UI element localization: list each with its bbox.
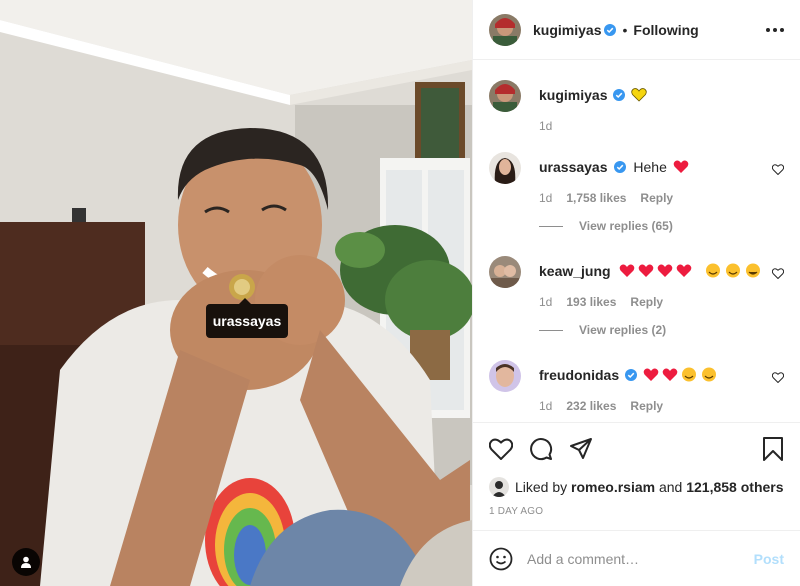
comment-text: Hehe bbox=[633, 159, 667, 175]
following-button[interactable]: Following bbox=[633, 22, 698, 38]
photo-user-tag-label: urassayas bbox=[212, 313, 282, 329]
view-replies-button[interactable]: View replies (65) bbox=[539, 219, 673, 233]
bookmark-icon[interactable] bbox=[762, 436, 784, 461]
liked-by-connector: and bbox=[658, 479, 683, 495]
photo-scene bbox=[0, 0, 472, 586]
post-photo[interactable]: urassayas bbox=[0, 0, 472, 586]
comment-item: urassayas Hehe 1d 1,758 likes Reply bbox=[489, 152, 784, 205]
commenter-avatar[interactable] bbox=[489, 152, 521, 184]
comment-item: freudonidas 1d 232 likes Reply bbox=[489, 360, 784, 413]
like-heart-icon[interactable] bbox=[489, 438, 513, 460]
view-replies-label: View replies (65) bbox=[579, 219, 673, 233]
comment-likes[interactable]: 232 likes bbox=[566, 399, 616, 413]
caption: kugimiyas 1d bbox=[489, 80, 784, 133]
commenter-avatar-image bbox=[489, 152, 521, 184]
comment-input[interactable]: Add a comment… bbox=[527, 551, 754, 567]
liked-by-prefix: Liked by bbox=[515, 479, 568, 495]
yellow-heart-emoji-icon bbox=[631, 88, 648, 102]
author-avatar-image bbox=[489, 13, 521, 46]
post-header: kugimiyas • Following bbox=[473, 0, 800, 60]
share-icon[interactable] bbox=[569, 437, 593, 461]
post-side-panel: kugimiyas • Following kugimiyas 1d urass… bbox=[472, 0, 800, 586]
comment-item: keaw_jung 1d 193 likes Reply bbox=[489, 256, 784, 309]
caption-avatar-image bbox=[489, 80, 521, 112]
comment-likes[interactable]: 193 likes bbox=[566, 295, 616, 309]
red-heart-emoji-icon bbox=[673, 160, 689, 173]
caption-author-avatar[interactable] bbox=[489, 80, 521, 112]
comment-username[interactable]: keaw_jung bbox=[539, 263, 611, 279]
post-comment-button[interactable]: Post bbox=[754, 551, 784, 567]
header-separator: • bbox=[622, 21, 628, 38]
reply-button[interactable]: Reply bbox=[630, 295, 663, 309]
post-date: 1 DAY AGO bbox=[489, 506, 544, 517]
emoji-icon[interactable] bbox=[489, 547, 513, 571]
liker-avatar[interactable] bbox=[489, 477, 509, 497]
comment-time: 1d bbox=[539, 191, 553, 205]
author-avatar[interactable] bbox=[489, 13, 521, 46]
post-action-bar bbox=[473, 422, 800, 474]
liker-avatar-image bbox=[489, 477, 509, 497]
commenter-avatar-image bbox=[489, 256, 521, 288]
heart-icon[interactable] bbox=[772, 268, 784, 279]
commenter-avatar-image bbox=[489, 360, 521, 392]
verified-badge-icon bbox=[604, 23, 617, 36]
face-emojis-icon bbox=[706, 263, 761, 278]
user-tags-icon bbox=[21, 556, 31, 568]
reply-button[interactable]: Reply bbox=[640, 191, 673, 205]
commenter-avatar[interactable] bbox=[489, 256, 521, 288]
heart-icon[interactable] bbox=[772, 372, 784, 383]
view-replies-button[interactable]: View replies (2) bbox=[539, 323, 666, 337]
likes-summary: Liked by romeo.rsiam and 121,858 others bbox=[473, 474, 800, 500]
comment-username[interactable]: freudonidas bbox=[539, 367, 619, 383]
comment-composer: Add a comment… Post bbox=[473, 530, 800, 586]
user-tags-button[interactable] bbox=[12, 548, 40, 576]
commenter-avatar[interactable] bbox=[489, 360, 521, 392]
author-username[interactable]: kugimiyas bbox=[533, 22, 601, 38]
heart-icon[interactable] bbox=[772, 164, 784, 175]
instagram-post: urassayas kugimiyas • Following kugimiya… bbox=[0, 0, 800, 586]
emoji-string-icon bbox=[620, 264, 692, 277]
comments-list: kugimiyas 1d urassayas Hehe 1d 1,758 lik… bbox=[473, 60, 800, 422]
reply-button[interactable]: Reply bbox=[630, 399, 663, 413]
comment-username[interactable]: urassayas bbox=[539, 159, 608, 175]
liked-by-user[interactable]: romeo.rsiam bbox=[571, 479, 655, 495]
verified-badge-icon bbox=[625, 369, 638, 381]
emoji-string-icon bbox=[643, 367, 717, 382]
photo-user-tag[interactable]: urassayas bbox=[206, 298, 288, 338]
caption-time: 1d bbox=[539, 119, 553, 133]
comment-time: 1d bbox=[539, 399, 553, 413]
verified-badge-icon bbox=[613, 161, 626, 173]
verified-badge-icon bbox=[613, 89, 626, 101]
comment-time: 1d bbox=[539, 295, 553, 309]
caption-username[interactable]: kugimiyas bbox=[539, 87, 607, 103]
liked-by-others[interactable]: 121,858 others bbox=[686, 479, 783, 495]
comment-likes[interactable]: 1,758 likes bbox=[566, 191, 626, 205]
view-replies-label: View replies (2) bbox=[579, 323, 667, 337]
comment-icon[interactable] bbox=[529, 437, 553, 461]
more-options-icon[interactable] bbox=[766, 22, 784, 38]
